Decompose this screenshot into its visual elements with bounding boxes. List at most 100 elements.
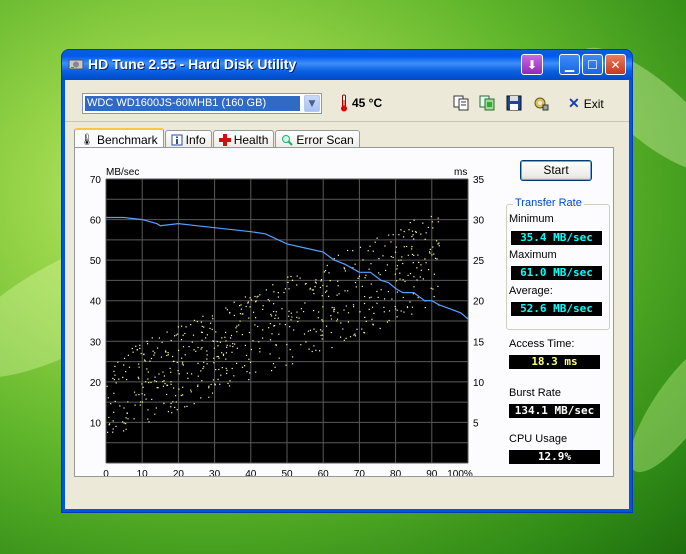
access-time-point xyxy=(162,371,164,373)
access-time-point xyxy=(403,236,405,238)
access-time-point xyxy=(417,254,419,256)
access-time-point xyxy=(133,391,136,393)
copy-icon[interactable] xyxy=(452,94,470,112)
chevron-down-icon[interactable]: ▼ xyxy=(304,95,320,112)
access-time-point xyxy=(201,347,203,349)
tab-benchmark[interactable]: 🌡 Benchmark xyxy=(74,128,164,149)
access-time-point xyxy=(228,385,231,387)
tab-error-scan[interactable]: Error Scan xyxy=(275,130,360,148)
access-time-point xyxy=(413,238,415,240)
access-time-point xyxy=(368,297,371,299)
access-time-point xyxy=(201,325,203,327)
access-time-point xyxy=(369,245,371,247)
access-time-point xyxy=(170,383,172,385)
window-title: HD Tune 2.55 - Hard Disk Utility xyxy=(88,56,297,72)
access-time-point xyxy=(221,337,223,339)
access-time-point xyxy=(190,324,192,326)
access-time-point xyxy=(396,316,398,318)
access-time-point xyxy=(219,383,221,385)
tab-health[interactable]: Health xyxy=(212,130,275,148)
access-time-point xyxy=(234,343,236,345)
access-time-point xyxy=(229,311,231,314)
access-time-point xyxy=(133,418,135,420)
access-time-point xyxy=(205,337,207,339)
access-time-point xyxy=(127,418,129,420)
access-time-point xyxy=(259,294,261,296)
access-time-point xyxy=(290,275,292,278)
access-time-point xyxy=(123,422,125,424)
access-time-point xyxy=(182,386,184,388)
access-time-point xyxy=(187,377,189,379)
drive-dropdown[interactable]: WDC WD1600JS-60MHB1 (160 GB) ▼ xyxy=(82,93,322,114)
access-time-point xyxy=(162,385,164,387)
access-time-point xyxy=(113,411,115,413)
access-time-point xyxy=(217,378,219,380)
access-time-point xyxy=(148,382,150,384)
access-time-point xyxy=(411,253,413,255)
start-button[interactable]: Start xyxy=(520,160,592,181)
access-time-point xyxy=(232,343,234,345)
tab-label: Benchmark xyxy=(96,132,158,147)
access-time-point xyxy=(286,344,288,346)
maximize-button[interactable]: ☐ xyxy=(582,54,603,75)
access-time-point xyxy=(146,340,148,342)
access-time-point xyxy=(200,321,202,323)
access-time-point xyxy=(163,375,165,377)
access-time-point xyxy=(337,254,339,256)
tab-info[interactable]: Info xyxy=(164,130,212,148)
access-time-point xyxy=(376,302,378,304)
access-time-point xyxy=(320,280,322,282)
save-icon[interactable] xyxy=(505,94,523,112)
access-time-point xyxy=(249,297,251,299)
access-time-point xyxy=(371,306,374,308)
access-time-point xyxy=(416,279,418,281)
access-time-point xyxy=(322,306,324,308)
close-button[interactable]: ✕ xyxy=(605,54,626,75)
access-time-point xyxy=(437,217,439,219)
access-time-point xyxy=(154,380,156,382)
access-time-point xyxy=(300,344,302,346)
access-time-point xyxy=(125,417,127,419)
access-time-point xyxy=(432,288,434,290)
access-time-point xyxy=(290,312,292,314)
access-time-point xyxy=(200,348,202,350)
access-time-point xyxy=(152,350,154,352)
access-time-point xyxy=(212,340,214,342)
access-time-point xyxy=(321,319,323,321)
access-time-point xyxy=(236,331,238,333)
info-icon xyxy=(171,134,183,145)
access-time-point xyxy=(166,331,168,333)
title-bar[interactable]: HD Tune 2.55 - Hard Disk Utility ⬇ ▁ ☐ ✕ xyxy=(62,50,632,80)
access-time-point xyxy=(113,370,115,372)
x-tick-label: 60 xyxy=(318,469,330,476)
left-tick-label: 50 xyxy=(90,256,102,267)
copy-screenshot-icon[interactable] xyxy=(478,94,496,112)
access-time-point xyxy=(216,356,218,358)
access-time-point xyxy=(343,267,345,269)
minimize-button[interactable]: ▁ xyxy=(559,54,580,75)
options-icon[interactable] xyxy=(532,94,550,112)
access-time-point xyxy=(186,372,188,374)
access-time-point xyxy=(170,371,172,373)
access-time-point xyxy=(394,308,397,310)
access-time-point xyxy=(181,357,183,359)
left-tick-label: 30 xyxy=(90,337,102,348)
exit-button[interactable]: ✕ Exit xyxy=(568,95,604,112)
access-time-point xyxy=(232,346,234,348)
access-time-point xyxy=(372,323,374,325)
access-time-point xyxy=(154,413,156,415)
access-time-point xyxy=(274,317,276,319)
access-time-point xyxy=(395,246,397,248)
download-icon[interactable]: ⬇ xyxy=(521,54,543,75)
access-time-point xyxy=(322,320,324,322)
access-time-point xyxy=(434,257,437,259)
access-time-point xyxy=(430,287,432,289)
access-time-point xyxy=(123,357,126,359)
access-time-point xyxy=(424,238,426,240)
access-time-point xyxy=(400,310,402,312)
access-time-point xyxy=(147,418,149,420)
access-time-point xyxy=(309,288,311,290)
access-time-point xyxy=(144,360,146,362)
access-time-point xyxy=(364,296,366,298)
cpu-usage-label: CPU Usage xyxy=(509,433,568,445)
